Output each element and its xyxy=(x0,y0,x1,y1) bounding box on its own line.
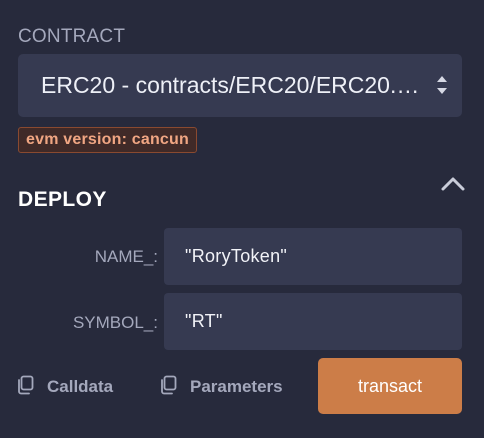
transact-button[interactable]: transact xyxy=(318,358,462,414)
copy-icon xyxy=(16,375,35,400)
calldata-button[interactable]: Calldata xyxy=(16,372,113,402)
parameters-button[interactable]: Parameters xyxy=(159,372,283,402)
param-input-name[interactable]: "RoryToken" xyxy=(164,228,462,285)
evm-version-badge: evm version: cancun xyxy=(18,127,197,153)
param-input-symbol[interactable]: "RT" xyxy=(164,293,462,350)
param-label-name: NAME_: xyxy=(94,247,158,266)
param-label-symbol: SYMBOL_: xyxy=(72,313,158,332)
calldata-label: Calldata xyxy=(47,377,114,396)
contract-select-value: ERC20 - contracts/ERC20/ERC20.sol xyxy=(41,72,422,98)
copy-icon xyxy=(159,375,178,400)
contract-select[interactable]: ERC20 - contracts/ERC20/ERC20.sol xyxy=(18,54,462,117)
contract-label: CONTRACT xyxy=(18,26,126,47)
select-arrows-icon xyxy=(436,72,448,98)
deploy-title: DEPLOY xyxy=(18,188,107,211)
chevron-up-icon[interactable] xyxy=(439,171,467,195)
parameters-label: Parameters xyxy=(190,377,283,396)
